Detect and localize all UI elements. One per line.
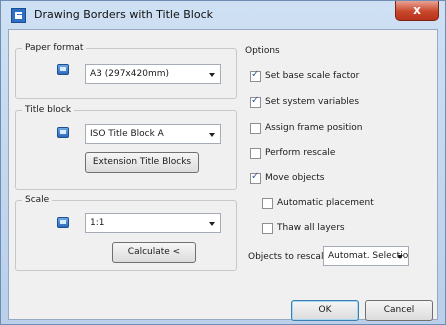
app-icon <box>11 8 26 23</box>
checkbox-checked-icon <box>250 95 261 108</box>
dialog-body: Paper format A3 (297x420mm) Title block … <box>8 29 438 321</box>
checkbox-unchecked-icon <box>262 222 273 234</box>
paper-format-legend: Paper format <box>22 43 87 53</box>
checkbox-unchecked-icon <box>262 197 273 209</box>
title-block-group: Title block <box>15 105 237 190</box>
paper-format-icon <box>57 64 69 75</box>
automatic-placement-checkbox[interactable]: Automatic placement <box>262 196 374 210</box>
assign-frame-position-checkbox[interactable]: Assign frame position <box>250 121 363 135</box>
chevron-down-icon <box>397 255 403 259</box>
assign-frame-position-label: Assign frame position <box>265 123 363 133</box>
perform-rescale-label: Perform rescale <box>265 148 336 158</box>
automatic-placement-label: Automatic placement <box>277 198 374 208</box>
title-block-select[interactable]: ISO Title Block A <box>85 124 221 144</box>
close-button[interactable]: x <box>395 1 439 21</box>
title-bar[interactable]: Drawing Borders with Title Block x <box>1 1 445 29</box>
move-objects-checkbox[interactable]: Move objects <box>250 171 324 185</box>
window-title: Drawing Borders with Title Block <box>34 8 213 21</box>
title-block-value: ISO Title Block A <box>90 129 164 139</box>
scale-select[interactable]: 1:1 <box>85 213 221 233</box>
scale-value: 1:1 <box>90 218 105 228</box>
checkbox-unchecked-icon <box>250 147 261 159</box>
objects-to-rescale-select[interactable]: Automat. Selectio <box>323 246 409 266</box>
chevron-down-icon <box>209 222 215 226</box>
thaw-all-layers-checkbox[interactable]: Thaw all layers <box>262 221 345 235</box>
set-system-variables-label: Set system variables <box>265 97 360 107</box>
options-heading: Options <box>245 46 280 56</box>
calculate-button[interactable]: Calculate < <box>112 242 196 263</box>
title-block-icon <box>57 127 69 138</box>
paper-format-value: A3 (297x420mm) <box>90 69 169 79</box>
checkbox-unchecked-icon <box>250 122 261 134</box>
scale-icon <box>57 217 69 228</box>
checkbox-checked-icon <box>250 69 261 82</box>
title-block-legend: Title block <box>22 105 75 115</box>
scale-legend: Scale <box>22 195 53 205</box>
paper-format-select[interactable]: A3 (297x420mm) <box>85 64 221 84</box>
dialog-window: Drawing Borders with Title Block x Paper… <box>0 0 446 325</box>
move-objects-label: Move objects <box>265 173 325 183</box>
chevron-down-icon <box>209 73 215 77</box>
set-base-scale-factor-label: Set base scale factor <box>265 71 360 81</box>
thaw-all-layers-label: Thaw all layers <box>277 223 345 233</box>
extension-title-blocks-button[interactable]: Extension Title Blocks <box>85 152 199 173</box>
perform-rescale-checkbox[interactable]: Perform rescale <box>250 146 335 160</box>
ok-button[interactable]: OK <box>291 300 359 321</box>
objects-to-rescale-label: Objects to rescale: <box>248 252 333 262</box>
chevron-down-icon <box>209 133 215 137</box>
checkbox-checked-icon <box>250 171 261 184</box>
cancel-button[interactable]: Cancel <box>365 300 433 321</box>
set-system-variables-checkbox[interactable]: Set system variables <box>250 95 359 109</box>
set-base-scale-factor-checkbox[interactable]: Set base scale factor <box>250 69 359 83</box>
